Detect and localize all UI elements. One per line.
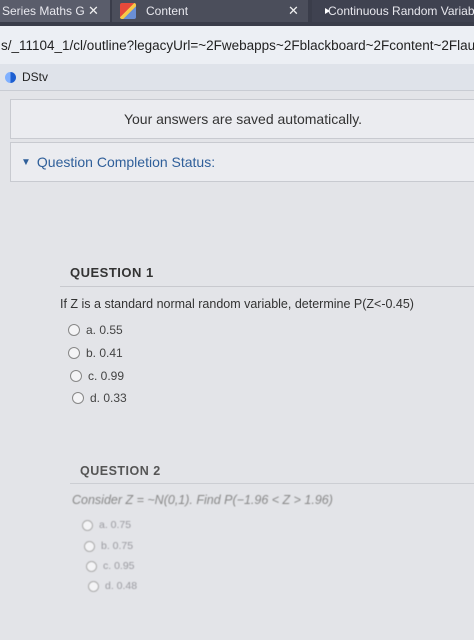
q2-answer-a[interactable]: a. 0.75 <box>82 519 131 531</box>
close-icon[interactable]: ✕ <box>88 3 99 19</box>
completion-status-label: Question Completion Status: <box>36 154 216 170</box>
answer-label: a. 0.75 <box>99 519 132 531</box>
answer-label: c. 0.99 <box>88 369 125 383</box>
radio-button[interactable] <box>68 347 80 359</box>
tab-label: Continuous Random Variab <box>328 4 474 18</box>
radio-button[interactable] <box>72 392 84 404</box>
radio-button[interactable] <box>86 560 97 572</box>
url-text[interactable]: s/_11104_1/cl/outline?legacyUrl=~2Fwebap… <box>0 38 474 53</box>
close-icon[interactable]: ✕ <box>288 3 299 19</box>
autosave-message: Your answers are saved automatically. <box>123 111 363 127</box>
q2-answer-d[interactable]: d. 0.48 <box>88 580 137 592</box>
radio-button[interactable] <box>82 519 93 531</box>
answer-label: d. 0.33 <box>90 391 127 405</box>
chevron-down-icon: ▼ <box>21 156 31 168</box>
answer-label: b. 0.75 <box>101 540 134 552</box>
radio-button[interactable] <box>84 540 95 552</box>
cutoff-heading <box>22 91 474 99</box>
question-1-text: If Z is a standard normal random variabl… <box>60 297 414 311</box>
tab-continuous-random-variables[interactable]: Continuous Random Variab <box>312 0 474 22</box>
page-content: Your answers are saved automatically. ▼ … <box>0 91 474 640</box>
answer-label: a. 0.55 <box>86 323 123 337</box>
q2-answer-c[interactable]: c. 0.95 <box>86 560 135 572</box>
q1-answer-d[interactable]: d. 0.33 <box>72 391 127 405</box>
radio-button[interactable] <box>68 324 80 336</box>
completion-status-toggle[interactable]: ▼ Question Completion Status: <box>10 142 474 182</box>
answer-label: d. 0.48 <box>105 580 138 592</box>
browser-tab-strip: Series Maths G ✕ Content ✕ Continuous Ra… <box>0 0 474 26</box>
bookmark-dstv[interactable]: DStv <box>22 70 48 84</box>
autosave-banner: Your answers are saved automatically. <box>10 99 474 139</box>
tab-label: Series Maths G <box>2 4 85 18</box>
radio-button[interactable] <box>70 370 82 382</box>
pencil-icon <box>120 3 136 19</box>
question-2-header: QUESTION 2 <box>80 464 161 478</box>
bookmarks-bar: DStv <box>0 64 474 91</box>
tab-label: Content <box>146 4 189 18</box>
answer-label: b. 0.41 <box>86 346 123 360</box>
q1-answer-a[interactable]: a. 0.55 <box>68 323 123 337</box>
radio-button[interactable] <box>88 580 99 592</box>
dstv-icon <box>5 71 16 83</box>
question-1-header: QUESTION 1 <box>70 265 154 280</box>
q2-answer-b[interactable]: b. 0.75 <box>84 540 133 552</box>
address-bar[interactable]: s/_11104_1/cl/outline?legacyUrl=~2Fwebap… <box>0 26 474 64</box>
tab-series-maths[interactable]: Series Maths G ✕ <box>0 0 110 22</box>
question-2-text: Consider Z = ~N(0,1). Find P(−1.96 < Z >… <box>72 493 333 507</box>
tab-content[interactable]: Content ✕ <box>112 0 308 22</box>
q1-answer-c[interactable]: c. 0.99 <box>70 369 124 383</box>
answer-label: c. 0.95 <box>103 560 135 572</box>
divider <box>60 286 474 287</box>
q1-answer-b[interactable]: b. 0.41 <box>68 346 123 360</box>
divider <box>70 483 474 484</box>
